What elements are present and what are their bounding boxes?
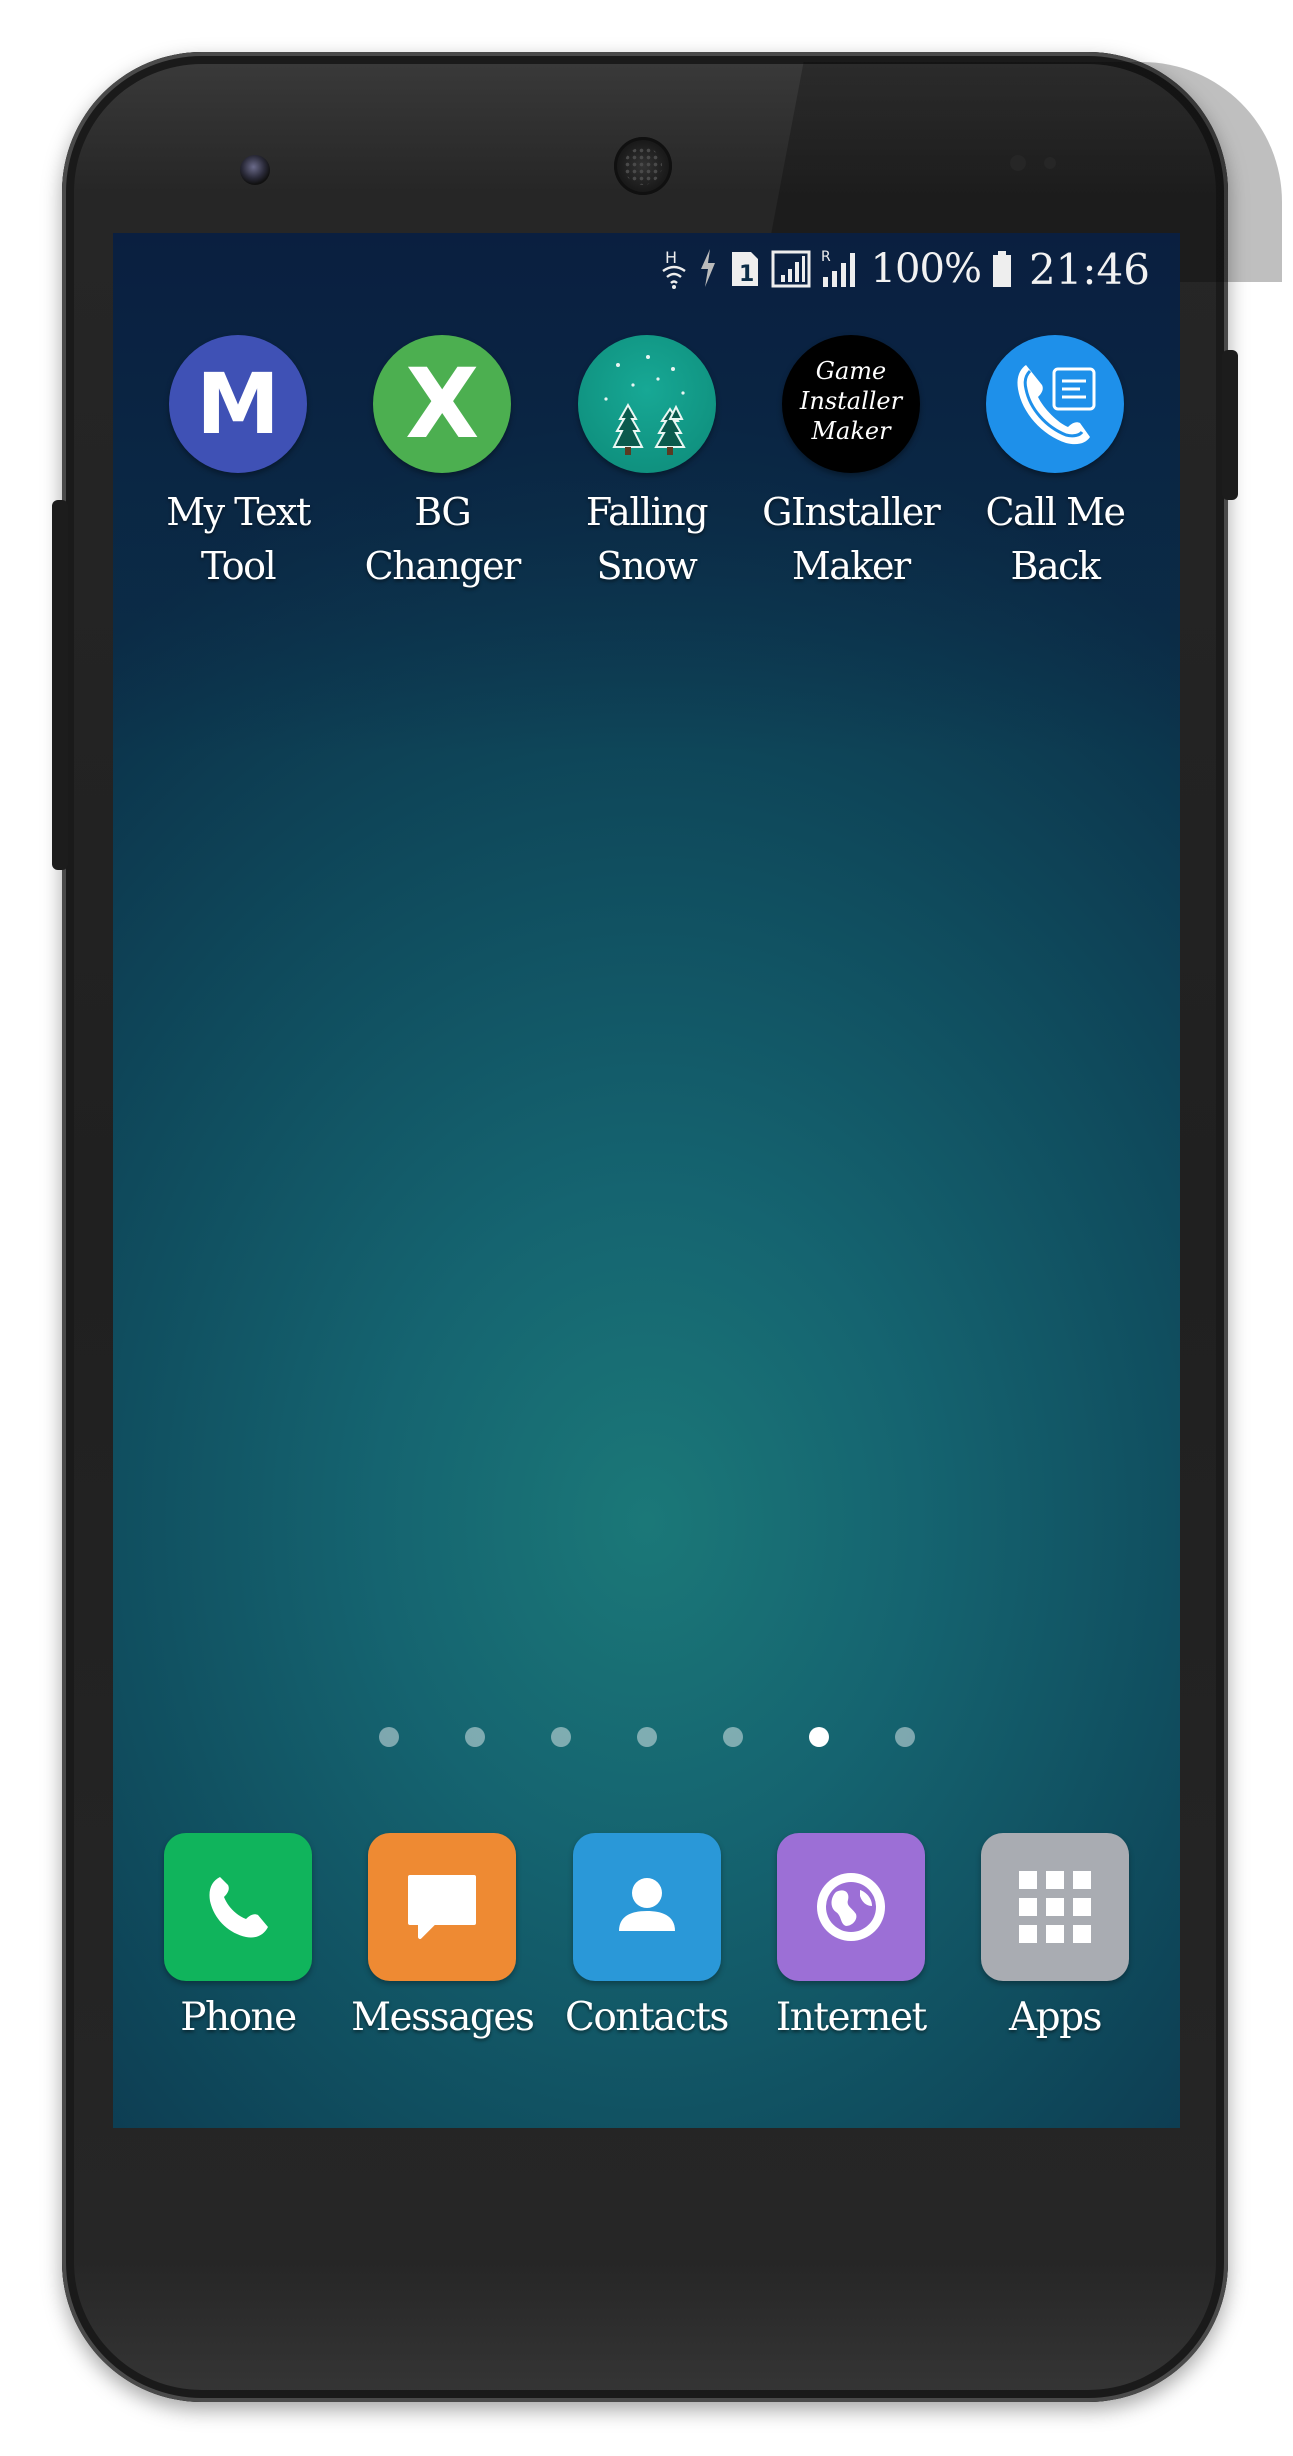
power-button [1222,350,1238,500]
dock-app-label: Internet [775,1995,927,2040]
page-dot[interactable] [464,1727,485,1747]
globe-graphic [816,1873,885,1941]
letter-m-glyph: M [196,355,280,453]
battery-percent: 100% [870,246,982,292]
light-sensor [1044,157,1056,169]
person-icon[interactable] [572,1833,721,1981]
dock-app-contacts[interactable]: Contacts [552,1833,742,2040]
sim-slot-text: 1 [739,262,754,287]
app-label-line1: BG [414,490,472,534]
page-dot-active[interactable] [808,1727,829,1747]
page-indicator[interactable] [113,1727,1180,1747]
earpiece-speaker [614,137,672,195]
home-screen[interactable]: H 1 R 100% 21:46 M My Text Tool X BG Cha… [113,233,1180,2128]
app-falling-snow[interactable]: Falling Snow [552,335,742,593]
page-dot[interactable] [722,1727,743,1747]
app-call-me-back[interactable]: Call Me Back [960,335,1150,593]
phone-callback-graphic [1017,365,1096,445]
dock-app-apps[interactable]: Apps [960,1833,1150,2040]
page-dot[interactable] [378,1727,399,1747]
app-bg-changer[interactable]: X BG Changer [347,335,537,593]
app-label-line1: GInstaller [762,490,941,534]
letter-x-glyph: X [405,348,480,460]
dock-app-internet[interactable]: Internet [756,1833,946,2040]
app-label-line2: Back [1010,544,1101,588]
proximity-sensor [1010,155,1026,171]
home-app-row: M My Text Tool X BG Changer Falling Snow… [113,335,1180,593]
dock-app-phone[interactable]: Phone [143,1833,333,2040]
dock-app-label: Phone [180,1995,297,2040]
globe-icon[interactable] [776,1833,925,1981]
network-type-text: H [665,248,677,267]
app-label: GInstaller Maker [762,485,941,593]
dock: Phone Messages Contacts Internet Apps [113,1833,1180,2040]
dock-app-label: Contacts [565,1995,729,2040]
wifi-data-icon: H [661,248,686,289]
app-label-line1: Call Me [985,490,1126,534]
dock-app-label: Apps [1008,1995,1103,2040]
roaming-text: R [821,249,831,265]
snow-trees-icon[interactable] [577,335,716,473]
svg-text:Game: Game [816,357,886,385]
message-bubble-icon[interactable] [368,1833,517,1981]
app-label-line2: Tool [200,544,277,588]
person-graphic [618,1878,675,1931]
charging-bolt-icon [700,249,715,287]
letter-x-icon[interactable]: X [373,335,512,473]
signal-box-icon [771,250,811,288]
status-bar: H 1 R 100% 21:46 [661,241,1150,297]
app-label: Call Me Back [985,485,1126,593]
cellular-signal-icon: R [821,249,855,287]
game-installer-maker-icon[interactable]: Game Installer Maker [781,335,920,473]
page-dot[interactable] [894,1727,915,1747]
app-label-line2: Changer [364,544,522,588]
app-ginstaller-maker[interactable]: Game Installer Maker GInstaller Maker [756,335,946,593]
app-label-line2: Snow [596,544,698,588]
status-time: 21:46 [1028,244,1150,294]
battery-icon [992,251,1011,287]
dock-app-label: Messages [351,1995,535,2040]
page-dot[interactable] [636,1727,657,1747]
phone-icon[interactable] [164,1833,312,1981]
app-label: Falling Snow [585,485,709,593]
game-installer-maker-logo: Game Installer Maker [799,357,904,445]
app-label: BG Changer [364,485,522,593]
phone-handset-graphic [209,1877,268,1938]
sim-card-icon: 1 [731,252,758,287]
app-label: My Text Tool [166,485,311,593]
app-label-line2: Maker [791,544,911,588]
app-label-line1: My Text [166,490,311,534]
page-dot[interactable] [550,1727,571,1747]
app-grid-icon[interactable] [981,1833,1129,1981]
front-camera [240,155,270,185]
volume-button [52,500,68,870]
dock-app-messages[interactable]: Messages [347,1833,537,2040]
message-bubble-graphic [408,1875,477,1939]
svg-text:Maker: Maker [810,417,892,445]
letter-m-icon[interactable]: M [169,335,307,473]
snow-trees-graphic [603,355,686,455]
app-label-line1: Falling [585,490,709,534]
app-grid-graphic [1019,1871,1091,1943]
svg-text:Installer: Installer [799,387,904,415]
phone-callback-icon[interactable] [986,335,1124,473]
app-my-text-tool[interactable]: M My Text Tool [143,335,333,593]
